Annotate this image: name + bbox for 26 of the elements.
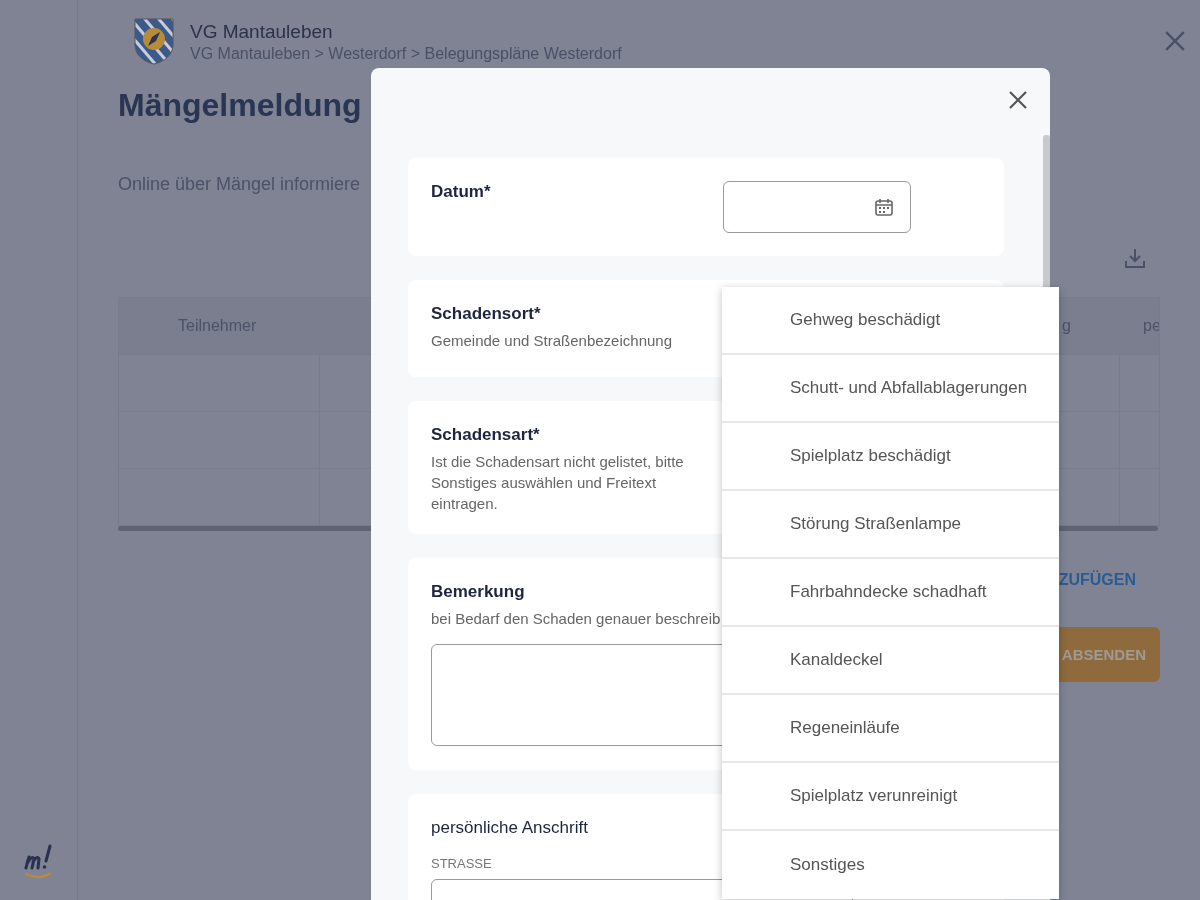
page-title: Mängelmeldung	[118, 87, 362, 124]
field-hint: Gemeinde und Straßenbezeichnung	[431, 331, 673, 351]
close-icon[interactable]	[1164, 30, 1186, 52]
dropdown-option[interactable]: Regeneinläufe	[722, 695, 1059, 763]
field-hint: Ist die Schadensart nicht gelistet, bitte Sonstiges auswählen und Freitext eintragen.	[431, 452, 685, 514]
dropdown-option[interactable]: Kanaldeckel	[722, 627, 1059, 695]
dropdown-option[interactable]: Spielplatz beschädigt	[722, 423, 1059, 491]
dropdown-option[interactable]: Störung Straßenlampe	[722, 491, 1059, 559]
dropdown-option[interactable]: Schutt- und Abfallablagerungen	[722, 355, 1059, 423]
calendar-icon	[874, 197, 894, 217]
field-label: Bemerkung	[431, 582, 525, 602]
dropdown-option[interactable]: Gehweg beschädigt	[722, 287, 1059, 355]
dropdown-option[interactable]: Fahrbahndecke schadhaft	[722, 559, 1059, 627]
date-field[interactable]	[723, 181, 911, 233]
download-icon[interactable]	[1124, 247, 1146, 269]
field-label: Schadensort*	[431, 304, 541, 324]
field-label: Datum*	[431, 182, 491, 202]
field-label: Schadensart*	[431, 425, 540, 445]
street-label: STRASSE	[431, 856, 492, 871]
dropdown-option[interactable]: Sonstiges	[722, 831, 1059, 899]
dropdown-option[interactable]: Spielplatz verunreinigt	[722, 763, 1059, 831]
close-icon	[1008, 90, 1028, 110]
crest-icon	[134, 18, 174, 65]
org-name: VG Mantauleben	[190, 20, 334, 43]
field-hint: bei Bedarf den Schaden genauer beschreib	[431, 609, 722, 629]
field-label: persönliche Anschrift	[431, 818, 588, 838]
